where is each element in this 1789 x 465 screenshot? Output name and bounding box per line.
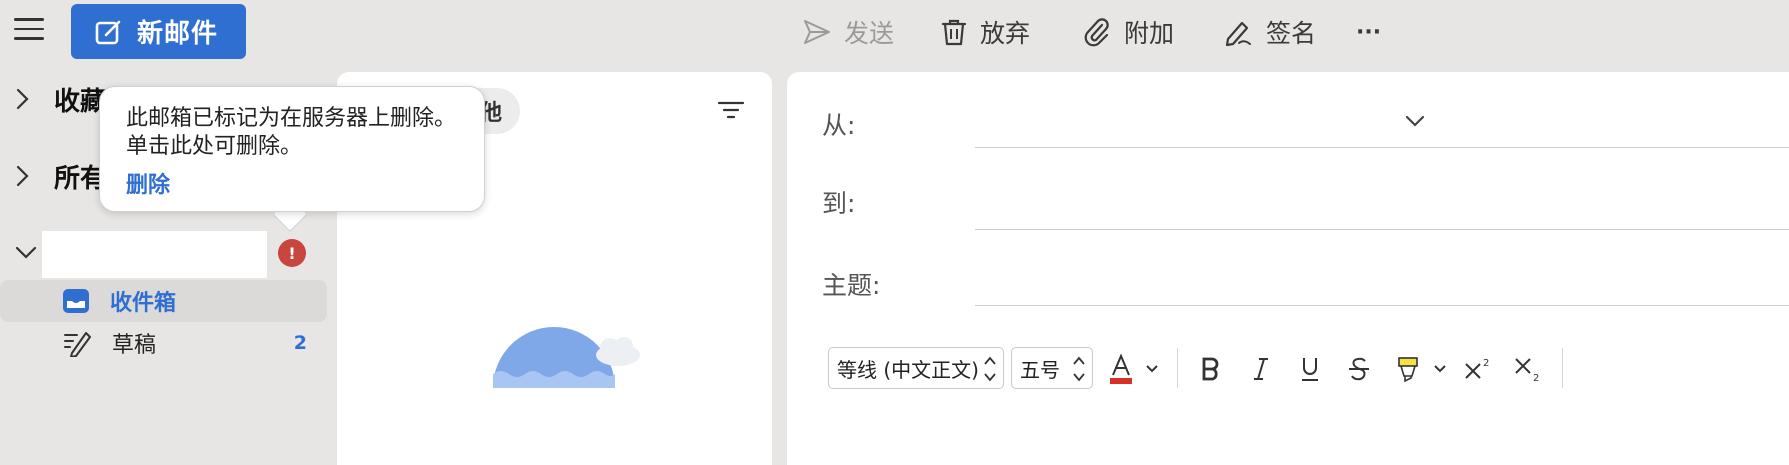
italic-icon[interactable]: [1246, 352, 1276, 386]
from-field[interactable]: [975, 147, 1789, 148]
toolbar-divider: [1177, 348, 1178, 388]
chevron-right-icon: [14, 87, 42, 111]
error-badge[interactable]: !: [278, 239, 306, 267]
attach-label: 附加: [1124, 19, 1175, 48]
pen-icon: [1225, 21, 1251, 47]
from-label: 从:: [822, 111, 856, 140]
font-size-select[interactable]: 五号: [1011, 347, 1093, 389]
sidebar-item-drafts[interactable]: 草稿 2: [0, 322, 327, 364]
hamburger-menu-icon[interactable]: [14, 18, 44, 44]
chevron-down-icon[interactable]: [14, 242, 40, 264]
attach-button[interactable]: 附加: [1082, 10, 1174, 54]
inbox-icon: [62, 288, 90, 314]
new-mail-button[interactable]: 新邮件: [71, 4, 246, 59]
svg-text:2: 2: [1483, 358, 1489, 369]
all-accounts-group[interactable]: 所有: [14, 156, 106, 196]
underline-icon[interactable]: [1295, 352, 1325, 386]
compose-icon: [95, 20, 121, 44]
favorites-group[interactable]: 收藏: [14, 79, 106, 119]
font-color-icon[interactable]: [1106, 352, 1136, 386]
font-family-select[interactable]: 等线 (中文正文): [828, 347, 1004, 389]
to-label: 到:: [822, 189, 856, 218]
delete-link[interactable]: 删除: [126, 167, 170, 199]
subscript-icon[interactable]: 2: [1512, 352, 1544, 386]
font-size-value: 五号: [1020, 357, 1060, 382]
superscript-icon[interactable]: 2: [1462, 352, 1494, 386]
toolbar-divider: [1562, 348, 1563, 388]
compose-panel: [787, 72, 1789, 465]
discard-label: 放弃: [980, 19, 1031, 48]
inbox-label: 收件箱: [110, 291, 177, 316]
account-name[interactable]: [42, 231, 267, 278]
highlight-icon[interactable]: [1393, 352, 1423, 386]
subject-label: 主题:: [822, 271, 881, 300]
sidebar-item-inbox[interactable]: 收件箱: [0, 280, 327, 322]
send-button[interactable]: 发送: [802, 10, 894, 54]
stepper-arrows-icon: [1073, 356, 1085, 382]
signature-button[interactable]: 签名: [1222, 10, 1316, 54]
strikethrough-icon[interactable]: [1344, 352, 1374, 386]
send-label: 发送: [844, 19, 895, 48]
svg-text:2: 2: [1533, 373, 1539, 383]
filter-icon[interactable]: [716, 98, 746, 124]
chevron-down-icon[interactable]: [1404, 112, 1426, 130]
drafts-label: 草稿: [112, 333, 157, 358]
chevron-down-icon[interactable]: [1430, 352, 1450, 386]
send-icon: [804, 20, 830, 44]
error-badge-text: !: [288, 243, 296, 263]
signature-label: 签名: [1266, 19, 1317, 48]
new-mail-label: 新邮件: [137, 19, 219, 49]
font-family-value: 等线 (中文正文): [837, 357, 979, 382]
drafts-count: 2: [293, 332, 307, 354]
more-label: ···: [1356, 19, 1382, 45]
chevron-right-icon: [14, 164, 42, 188]
paperclip-icon: [1084, 18, 1109, 47]
subject-field[interactable]: [975, 305, 1789, 306]
to-field[interactable]: [975, 229, 1789, 230]
trash-icon: [941, 19, 967, 46]
bold-icon[interactable]: [1196, 352, 1226, 386]
more-options-button[interactable]: ···: [1356, 10, 1381, 54]
stepper-arrows-icon: [984, 356, 996, 382]
discard-button[interactable]: 放弃: [940, 10, 1030, 54]
tooltip-message: 此邮箱已标记为在服务器上删除。单击此处可删除。: [126, 106, 457, 159]
chevron-down-icon[interactable]: [1142, 352, 1162, 386]
mailbox-deleted-tooltip: 此邮箱已标记为在服务器上删除。单击此处可删除。 删除: [99, 86, 485, 212]
empty-state-illustration: [490, 322, 650, 388]
drafts-icon: [62, 329, 92, 357]
